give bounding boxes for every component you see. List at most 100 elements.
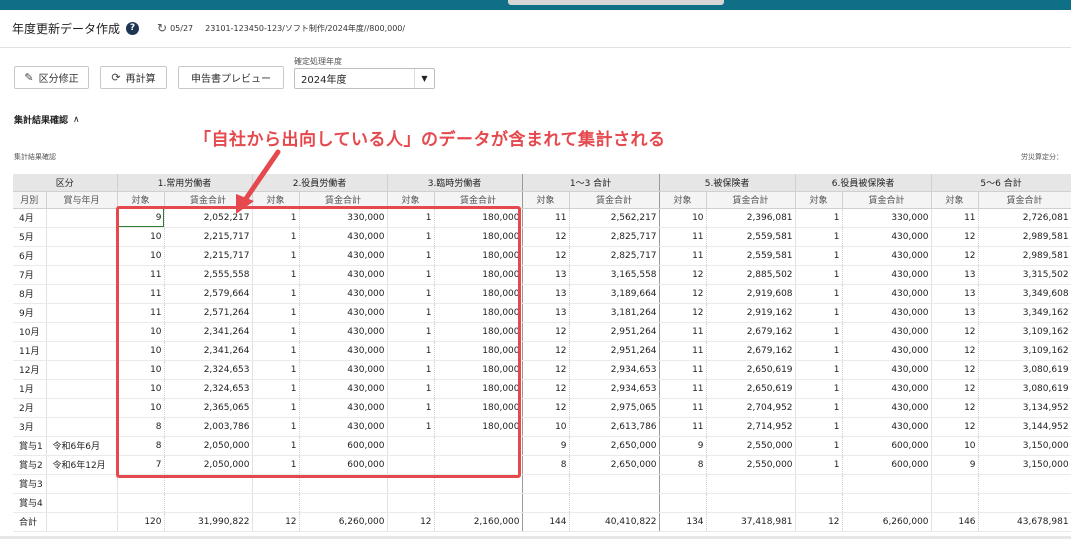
wage-cell[interactable]: 2,714,952 xyxy=(706,417,796,437)
count-cell[interactable]: 11 xyxy=(659,227,707,247)
wage-cell[interactable]: 430,000 xyxy=(842,360,932,380)
count-cell[interactable]: 1 xyxy=(252,246,300,266)
wage-cell[interactable]: 2,579,664 xyxy=(164,284,253,304)
wage-cell[interactable]: 2,825,717 xyxy=(569,227,660,247)
preview-button[interactable]: 申告書プレビュー xyxy=(178,66,284,89)
wage-cell[interactable]: 330,000 xyxy=(842,208,932,228)
wage-cell[interactable]: 2,951,264 xyxy=(569,341,660,361)
wage-cell[interactable]: 2,650,000 xyxy=(569,436,660,456)
wage-cell[interactable]: 430,000 xyxy=(299,265,388,285)
wage-cell[interactable]: 3,109,162 xyxy=(978,341,1071,361)
count-cell[interactable]: 11 xyxy=(659,379,707,399)
wage-cell[interactable]: 180,000 xyxy=(434,322,523,342)
wage-cell[interactable]: 43,678,981 xyxy=(978,511,1071,532)
wage-cell[interactable]: 2,951,264 xyxy=(569,322,660,342)
count-cell[interactable]: 8 xyxy=(117,417,165,437)
year-select[interactable]: 2024年度 ▼ xyxy=(294,68,435,89)
wage-cell[interactable]: 6,260,000 xyxy=(842,511,932,532)
count-cell[interactable] xyxy=(931,474,979,494)
count-cell[interactable]: 11 xyxy=(659,341,707,361)
wage-cell[interactable]: 2,550,000 xyxy=(706,455,796,475)
count-cell[interactable]: 1 xyxy=(387,322,435,342)
wage-cell[interactable] xyxy=(842,493,932,513)
wage-cell[interactable]: 600,000 xyxy=(299,455,388,475)
wage-cell[interactable]: 2,562,217 xyxy=(569,208,660,228)
count-cell[interactable]: 13 xyxy=(522,284,570,304)
count-cell[interactable]: 1 xyxy=(252,265,300,285)
top-tab-handle[interactable] xyxy=(508,0,724,5)
count-cell[interactable]: 12 xyxy=(931,360,979,380)
wage-cell[interactable]: 2,650,619 xyxy=(706,360,796,380)
wage-cell[interactable]: 430,000 xyxy=(299,322,388,342)
wage-cell[interactable]: 2,324,653 xyxy=(164,360,253,380)
wage-cell[interactable]: 2,160,000 xyxy=(434,511,523,532)
count-cell[interactable]: 10 xyxy=(117,379,165,399)
count-cell[interactable]: 1 xyxy=(252,417,300,437)
count-cell[interactable]: 134 xyxy=(659,511,707,532)
count-cell[interactable]: 1 xyxy=(252,455,300,475)
count-cell[interactable] xyxy=(387,436,435,456)
count-cell[interactable]: 1 xyxy=(387,227,435,247)
wage-cell[interactable]: 2,571,264 xyxy=(164,303,253,323)
count-cell[interactable]: 12 xyxy=(522,227,570,247)
wage-cell[interactable]: 2,215,717 xyxy=(164,246,253,266)
wage-cell[interactable]: 600,000 xyxy=(842,436,932,456)
wage-cell[interactable] xyxy=(299,493,388,513)
wage-cell[interactable]: 600,000 xyxy=(299,436,388,456)
wage-cell[interactable]: 2,559,581 xyxy=(706,227,796,247)
count-cell[interactable]: 1 xyxy=(795,379,843,399)
wage-cell[interactable]: 2,934,653 xyxy=(569,360,660,380)
count-cell[interactable]: 1 xyxy=(387,398,435,418)
wage-cell[interactable]: 180,000 xyxy=(434,246,523,266)
wage-cell[interactable] xyxy=(842,474,932,494)
wage-cell[interactable]: 430,000 xyxy=(842,246,932,266)
count-cell[interactable] xyxy=(522,474,570,494)
count-cell[interactable]: 11 xyxy=(931,208,979,228)
count-cell[interactable]: 12 xyxy=(659,303,707,323)
wage-cell[interactable]: 2,050,000 xyxy=(164,455,253,475)
count-cell[interactable]: 10 xyxy=(522,417,570,437)
count-cell[interactable]: 1 xyxy=(252,360,300,380)
count-cell[interactable]: 11 xyxy=(659,246,707,266)
wage-cell[interactable] xyxy=(434,436,523,456)
count-cell[interactable]: 9 xyxy=(659,436,707,456)
count-cell[interactable]: 8 xyxy=(117,436,165,456)
count-cell[interactable]: 11 xyxy=(659,360,707,380)
count-cell[interactable]: 9 xyxy=(117,208,165,228)
wage-cell[interactable]: 3,181,264 xyxy=(569,303,660,323)
wage-cell[interactable] xyxy=(978,493,1071,513)
wage-cell[interactable] xyxy=(164,474,253,494)
count-cell[interactable]: 11 xyxy=(659,398,707,418)
count-cell[interactable]: 11 xyxy=(117,284,165,304)
wage-cell[interactable]: 37,418,981 xyxy=(706,511,796,532)
count-cell[interactable]: 1 xyxy=(252,379,300,399)
count-cell[interactable]: 1 xyxy=(795,303,843,323)
count-cell[interactable]: 12 xyxy=(931,246,979,266)
count-cell[interactable]: 7 xyxy=(117,455,165,475)
wage-cell[interactable]: 2,679,162 xyxy=(706,341,796,361)
wage-cell[interactable]: 2,555,558 xyxy=(164,265,253,285)
count-cell[interactable]: 10 xyxy=(117,398,165,418)
count-cell[interactable]: 12 xyxy=(931,227,979,247)
wage-cell[interactable]: 2,003,786 xyxy=(164,417,253,437)
count-cell[interactable]: 1 xyxy=(795,227,843,247)
wage-cell[interactable]: 2,215,717 xyxy=(164,227,253,247)
wage-cell[interactable]: 3,189,664 xyxy=(569,284,660,304)
count-cell[interactable]: 1 xyxy=(387,341,435,361)
count-cell[interactable]: 13 xyxy=(931,265,979,285)
count-cell[interactable]: 10 xyxy=(117,322,165,342)
wage-cell[interactable]: 430,000 xyxy=(299,246,388,266)
wage-cell[interactable]: 180,000 xyxy=(434,303,523,323)
wage-cell[interactable]: 2,613,786 xyxy=(569,417,660,437)
count-cell[interactable] xyxy=(117,474,165,494)
wage-cell[interactable]: 180,000 xyxy=(434,265,523,285)
wage-cell[interactable]: 3,349,162 xyxy=(978,303,1071,323)
wage-cell[interactable]: 3,315,502 xyxy=(978,265,1071,285)
wage-cell[interactable]: 2,341,264 xyxy=(164,322,253,342)
count-cell[interactable]: 12 xyxy=(522,379,570,399)
count-cell[interactable]: 12 xyxy=(252,511,300,532)
count-cell[interactable] xyxy=(252,493,300,513)
count-cell[interactable] xyxy=(795,493,843,513)
wage-cell[interactable]: 180,000 xyxy=(434,417,523,437)
count-cell[interactable]: 12 xyxy=(522,341,570,361)
